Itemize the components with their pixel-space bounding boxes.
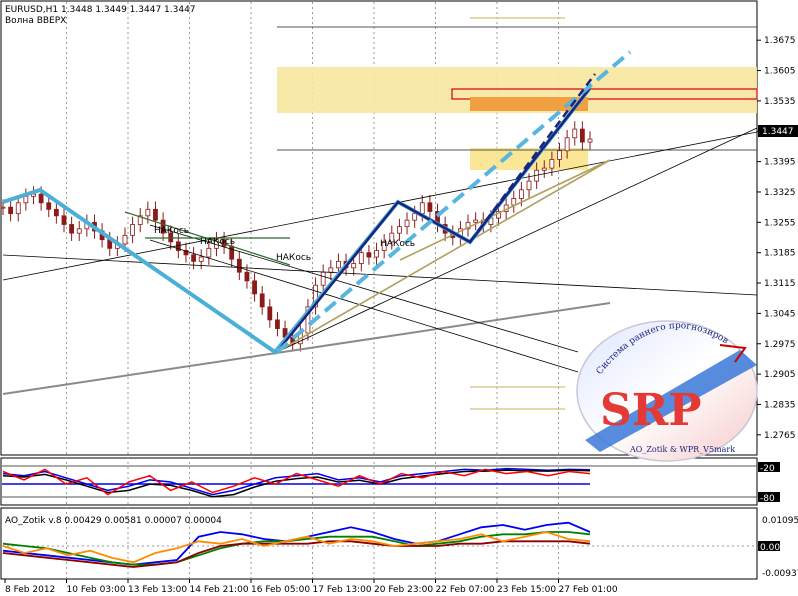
candle-body	[419, 202, 425, 215]
candle-body	[53, 208, 59, 217]
price-tick-label: 1.3675	[764, 36, 796, 46]
candle-body	[229, 245, 235, 260]
annotation-label: НАКось	[380, 239, 415, 249]
candle-body	[549, 159, 555, 169]
price-tick-label: 1.3045	[764, 309, 796, 319]
time-tick-label: 27 Feb 01:00	[559, 585, 618, 595]
ind-tick-label: -0.00937	[762, 569, 798, 579]
time-tick-label: 22 Feb 07:00	[436, 585, 495, 595]
candle-body	[15, 202, 21, 215]
price-tick-label: 1.3395	[764, 158, 796, 168]
candle-body	[267, 306, 273, 321]
candle-body	[244, 271, 250, 282]
candle-body	[38, 193, 44, 204]
candle-body	[526, 180, 532, 191]
candle-body	[374, 250, 379, 258]
time-tick-label: 14 Feb 21:00	[190, 585, 249, 595]
candle-body	[236, 258, 242, 273]
chart-subtitle: Волна ВВЕРХ	[5, 16, 66, 26]
candle-body	[541, 167, 547, 171]
candle-body	[46, 202, 52, 210]
candle-body	[412, 213, 418, 221]
price-tick-label: 1.2835	[764, 400, 796, 410]
logo-bottom-text: AO_Zotik & WPR_V5mark	[629, 445, 735, 454]
time-tick-label: 20 Feb 23:00	[374, 585, 433, 595]
candle-body	[518, 189, 524, 199]
candle-body	[427, 202, 433, 212]
candle-body	[564, 137, 570, 152]
candle-body	[8, 206, 14, 215]
candle-body	[397, 226, 402, 234]
candle-body	[320, 271, 326, 286]
osc-tick-label: -80	[760, 494, 775, 504]
candle-body	[61, 215, 67, 225]
indicator-title: AO_Zotik v.8 0.00429 0.00581 0.00007 0.0…	[5, 516, 222, 526]
price-tick-label: 1.3255	[764, 218, 796, 228]
price-tick-label: 1.3605	[764, 67, 796, 77]
price-tick-label: 1.3115	[764, 279, 796, 289]
ind-tick-label: 0.01095	[762, 516, 798, 526]
candle-body	[473, 219, 479, 223]
price-tick-label: 1.3325	[764, 188, 796, 198]
candle-body	[206, 247, 212, 258]
candle-body	[76, 228, 82, 234]
time-tick-label: 8 Feb 2012	[5, 585, 55, 595]
price-tick-label: 1.2975	[764, 340, 796, 350]
trading-chart: НАКось НАКось НАКось НАКось 1.3675 1.3605…	[0, 0, 798, 595]
annotation-label: НАКось	[200, 237, 235, 247]
candle-body	[366, 252, 372, 258]
time-axis: 8 Feb 2012 10 Feb 03:00 13 Feb 13:00 14 Feb…	[4, 579, 618, 595]
candle-body	[275, 319, 280, 329]
time-tick-label: 10 Feb 03:00	[67, 585, 126, 595]
candle-body	[153, 208, 158, 221]
candle-body	[587, 138, 593, 143]
candle-body	[511, 198, 517, 206]
candle-body	[557, 150, 562, 160]
candle-body	[328, 267, 334, 273]
time-tick-label: 16 Feb 05:00	[251, 585, 310, 595]
price-axis: 1.36751.36051.35351.34651.33951.33251.32…	[757, 36, 796, 441]
candle-body	[259, 293, 265, 308]
candle-body	[336, 260, 341, 269]
candle-body	[0, 206, 6, 209]
osc-tick-label: -20	[760, 464, 775, 474]
price-tick-label: 1.3185	[764, 249, 796, 259]
candle-body	[122, 234, 128, 245]
symbol-header: EURUSD,H1 1.3448 1.3449 1.3447 1.3447	[5, 5, 196, 15]
annotation-label: НАКось	[154, 226, 189, 236]
candle-body	[130, 224, 135, 236]
price-tick-label: 1.2765	[764, 431, 796, 441]
time-tick-label: 13 Feb 13:00	[128, 585, 187, 595]
current-price-label: 1.3447	[762, 127, 794, 137]
candle-body	[351, 263, 357, 269]
price-tick-label: 1.2905	[764, 370, 796, 380]
logo-letters: SRP	[600, 385, 701, 436]
ind-tick-label: 0.00	[760, 543, 780, 553]
candle-body	[23, 195, 29, 204]
price-tick-label: 1.3535	[764, 97, 796, 107]
candle-body	[572, 128, 578, 139]
candle-body	[145, 208, 151, 217]
time-tick-label: 23 Feb 15:00	[497, 585, 556, 595]
candle-body	[191, 254, 196, 262]
candle-body	[404, 219, 410, 228]
annotation-label: НАКось	[276, 253, 311, 263]
candle-body	[358, 252, 364, 264]
candle-body	[579, 128, 585, 143]
candle-body	[69, 224, 75, 234]
candle-body	[198, 256, 204, 262]
time-tick-label: 17 Feb 13:00	[313, 585, 372, 595]
candle-body	[252, 280, 257, 295]
